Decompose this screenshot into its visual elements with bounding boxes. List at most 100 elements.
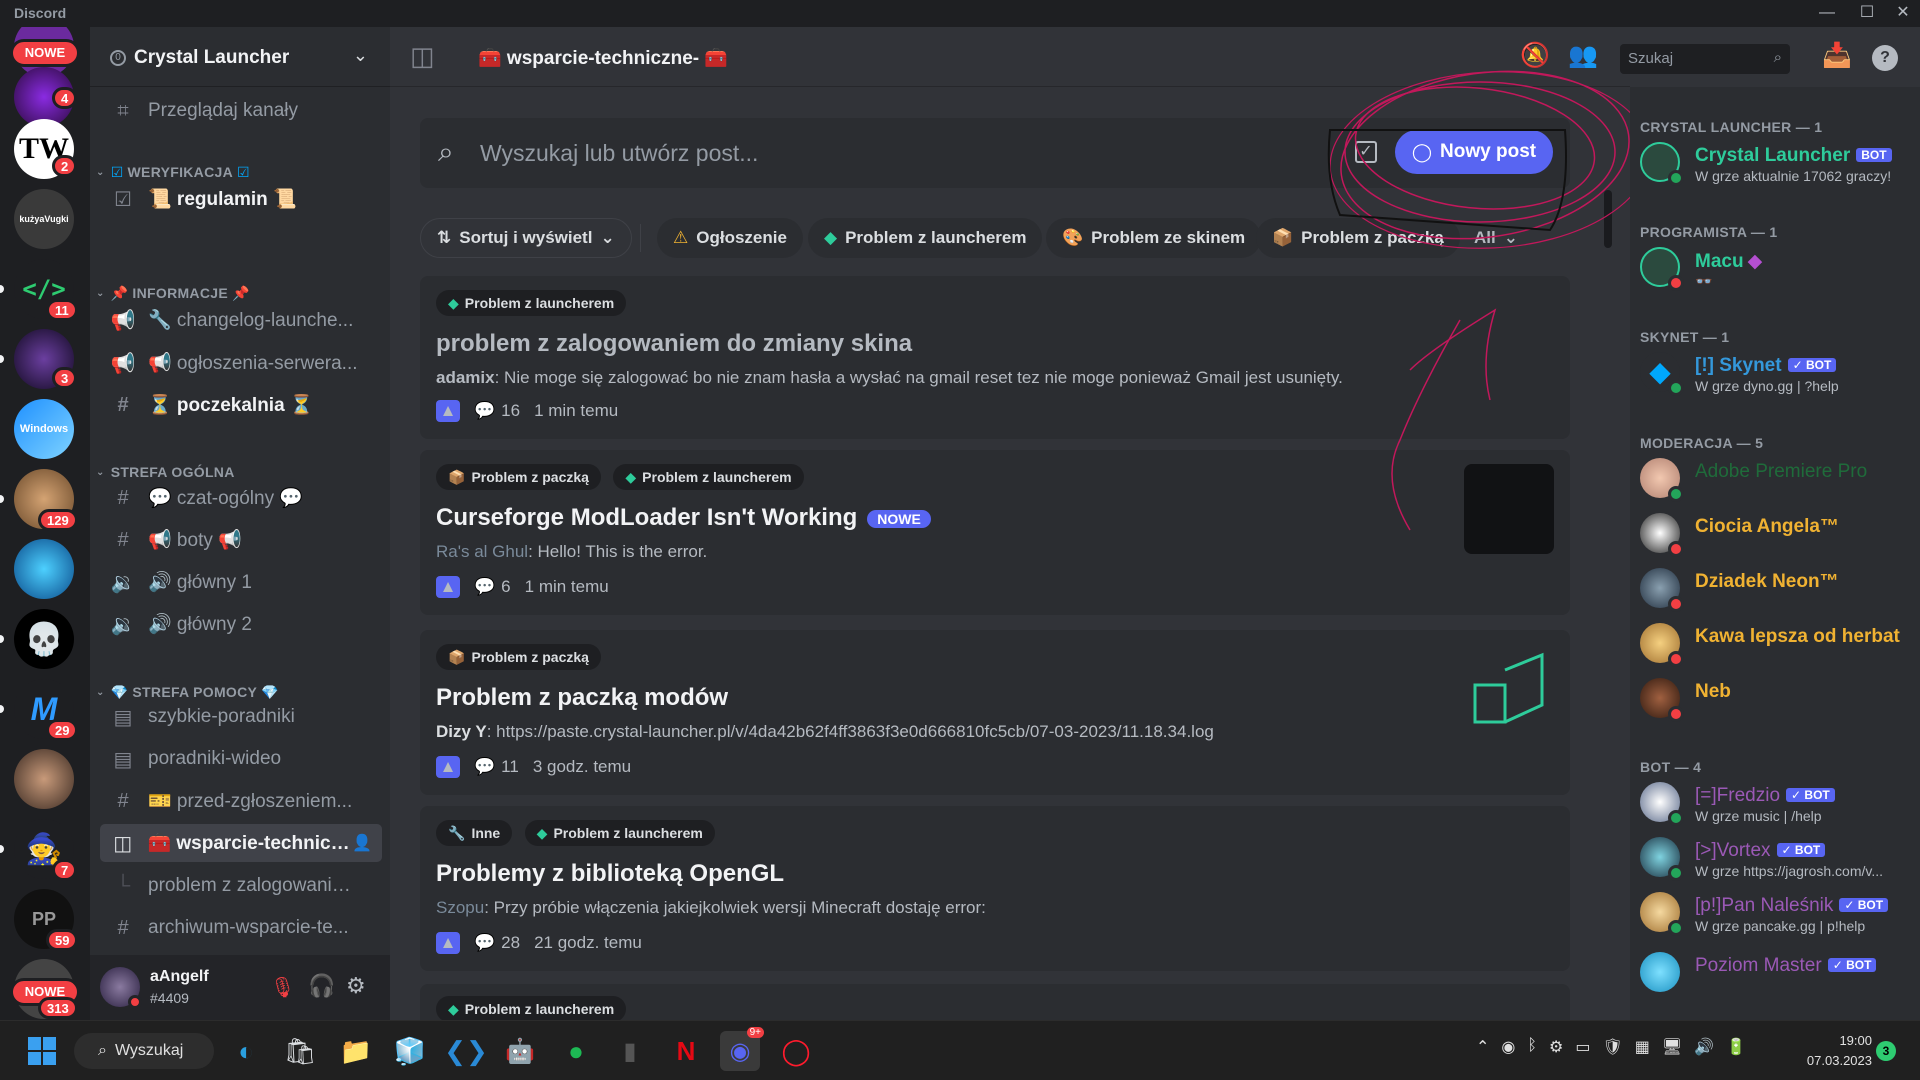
windows-start-icon[interactable] [22, 1031, 62, 1071]
member-item[interactable]: [>]Vortex ✓ BOT W grze https://jagrosh.co… [1640, 832, 1910, 882]
guild-header[interactable]: 0 Crystal Launcher ⌄ [90, 27, 390, 87]
help-icon[interactable]: ? [1872, 45, 1898, 71]
bluetooth-icon[interactable]: ᛒ [1527, 1037, 1537, 1057]
category-verify[interactable]: ⌄ ☑ WERYFIKACJA ☑ [96, 163, 250, 181]
upvote-icon[interactable]: ▲ [436, 756, 460, 778]
sort-button[interactable]: ⇅ Sortuj i wyświetl ⌄ [420, 218, 632, 258]
server-icon[interactable]: 💀 [14, 609, 74, 669]
member-item[interactable]: Poziom Master ✓ BOT [1640, 947, 1910, 997]
member-item[interactable]: Adobe Premiere Pro [1640, 453, 1910, 503]
maximize-icon[interactable]: ☐ [1850, 2, 1884, 24]
channel-poczekalnia[interactable]: # ⏳ poczekalnia ⏳ [100, 386, 382, 424]
chevron-up-icon[interactable]: ⌃ [1476, 1037, 1489, 1057]
battery-icon[interactable]: 🔋 [1726, 1037, 1746, 1057]
channel-wsparcie[interactable]: ◫ 🧰 wsparcie-technicz... 👤 [100, 824, 382, 862]
channel-title: 🧰 wsparcie-techniczne- 🧰 [478, 48, 729, 69]
mouse-app-icon[interactable]: ▮ [610, 1031, 650, 1071]
member-item[interactable]: ◆ [!] Skynet ✓ BOT W grze dyno.gg | ?help [1640, 347, 1910, 397]
upvote-icon[interactable]: ▲ [436, 932, 460, 954]
taskbar-search[interactable]: ⌕ Wyszukaj [74, 1033, 214, 1069]
notification-count[interactable]: 3 [1876, 1041, 1896, 1061]
category-info[interactable]: ⌄ 📌 INFORMACJE 📌 [96, 284, 250, 302]
minecraft-icon[interactable]: 🧊 [390, 1031, 430, 1071]
forum-post[interactable]: 📦 Problem z paczką Problem z paczką modów… [420, 630, 1570, 795]
close-icon[interactable]: ✕ [1886, 2, 1920, 24]
post-tag: ◆ Problem z launcherem [524, 820, 715, 846]
channel-archiwum[interactable]: # archiwum-wsparcie-te... [100, 909, 382, 947]
member-item[interactable]: Crystal Launcher BOT W grze aktualnie 170… [1640, 137, 1910, 187]
volume-icon[interactable]: 🔊 [1694, 1037, 1714, 1057]
forum-post[interactable]: 🔧 Inne ◆ Problem z launcherem Problemy z b… [420, 806, 1570, 971]
upvote-icon[interactable]: ▲ [436, 400, 460, 422]
server-icon[interactable]: kużyaVugki [14, 189, 74, 249]
channel-przed[interactable]: # 🎫 przed-zgłoszeniem... [100, 782, 382, 820]
reply-count: 28 [501, 933, 521, 952]
unread-indicator [0, 285, 4, 293]
member-item[interactable]: [=]Fredzio ✓ BOT W grze music | /help [1640, 777, 1910, 827]
store-icon[interactable]: 🛍 [280, 1031, 320, 1071]
office-icon[interactable]: ▦ [1635, 1037, 1650, 1057]
voice-channel-1[interactable]: 🔉 🔊 główny 1 [100, 563, 382, 601]
file-explorer-icon[interactable]: 📁 [336, 1031, 376, 1071]
discord-tray-icon[interactable]: ◉ [1501, 1037, 1515, 1057]
steam-icon[interactable]: ⚙ [1549, 1037, 1563, 1057]
tag-filter-skin[interactable]: 🎨 Problem ze skinem [1046, 218, 1262, 258]
defender-icon[interactable]: 🛡 [1602, 1037, 1622, 1057]
search-input[interactable]: Szukaj ⌕ [1620, 44, 1790, 74]
member-item[interactable]: Macu ◆ 👓 [1640, 242, 1910, 292]
thread-branch-icon: └ [115, 874, 131, 897]
tag-filter-announcement[interactable]: ⚠ Ogłoszenie [657, 218, 803, 258]
minimize-icon[interactable]: — [1810, 2, 1844, 24]
forum-post[interactable]: ◆ Problem z launcherem [420, 984, 1570, 1020]
headphones-icon[interactable]: 🎧 [308, 973, 335, 999]
opera-icon[interactable]: ◯ [776, 1031, 816, 1071]
member-name: Adobe Premiere Pro [1695, 461, 1868, 482]
gear-icon[interactable]: ⚙ [346, 973, 366, 999]
inbox-icon[interactable]: 📥 [1822, 41, 1852, 70]
mic-muted-icon[interactable]: 🎙 [270, 975, 295, 1000]
channel-boty[interactable]: # 📢 boty 📢 [100, 521, 382, 559]
guild-name: Crystal Launcher [134, 47, 290, 68]
channel-wideo[interactable]: ▤ poradniki-wideo [100, 740, 382, 778]
browse-channels[interactable]: ⌗ Przeglądaj kanały [100, 92, 382, 130]
server-icon[interactable]: Windows [14, 399, 74, 459]
forum-icon: ◫ [113, 832, 133, 855]
new-unreads-pill[interactable]: NOWE [10, 39, 80, 67]
server-icon[interactable] [14, 749, 74, 809]
member-item[interactable]: Dziadek Neon™ [1640, 563, 1910, 613]
member-item[interactable]: Ciocia Angela™ [1640, 508, 1910, 558]
channel-czat[interactable]: # 💬 czat-ogólny 💬 [100, 479, 382, 517]
post-excerpt: adamix: Nie moge się zalogować bo nie zn… [436, 368, 1343, 387]
reply-icon: 💬 [474, 933, 496, 952]
app-icon[interactable]: 🤖 [500, 1031, 540, 1071]
chevron-down-icon[interactable]: ⌄ [353, 45, 368, 66]
channel-szybkie[interactable]: ▤ szybkie-poradniki [100, 698, 382, 736]
tag-filter-launcher[interactable]: ◆ Problem z launcherem [808, 218, 1043, 258]
clock[interactable]: 19:00 07.03.2023 [1792, 1031, 1872, 1071]
member-name: Macu ◆ [1695, 251, 1763, 272]
hash-icon: # [117, 393, 129, 416]
post-meta: ▲ 💬 11 3 godz. temu [436, 756, 631, 778]
member-item[interactable]: Neb [1640, 673, 1910, 723]
channel-changelog[interactable]: 📢 🔧 changelog-launche... [100, 301, 382, 339]
add-member-icon[interactable]: 👤 [352, 833, 372, 853]
channel-ogloszenia[interactable]: 📢 📢 ogłoszenia-serwera... [100, 344, 382, 382]
edge-icon[interactable]: ◐ [226, 1031, 266, 1071]
voice-channel-2[interactable]: 🔉 🔊 główny 2 [100, 605, 382, 643]
network-icon[interactable]: 🖥 [1662, 1037, 1682, 1057]
search-icon: ⌕ [1773, 49, 1782, 66]
spotify-icon[interactable]: ● [556, 1031, 596, 1071]
vscode-icon[interactable]: ❮❯ [444, 1031, 488, 1071]
member-item[interactable]: [p!]Pan Naleśnik ✓ BOT W grze pancake.gg … [1640, 887, 1910, 937]
server-icon[interactable] [14, 539, 74, 599]
upvote-icon[interactable]: ▲ [436, 576, 460, 598]
post-excerpt: Szopu: Przy próbie włączenia jakiejkolwi… [436, 898, 986, 917]
discord-taskbar-icon[interactable]: ◉ 9+ [720, 1027, 764, 1071]
display-icon[interactable]: ▭ [1575, 1037, 1590, 1057]
channel-regulamin[interactable]: ☑ 📜 regulamin 📜 [100, 180, 382, 218]
speaker-icon: 🔉 [110, 571, 136, 594]
thread-item[interactable]: └ problem z zalogowaniem... [100, 867, 382, 905]
member-item[interactable]: Kawa lepsza od herbat [1640, 618, 1910, 668]
mention-badge: 4 [52, 87, 78, 109]
netflix-icon[interactable]: N [666, 1031, 706, 1071]
